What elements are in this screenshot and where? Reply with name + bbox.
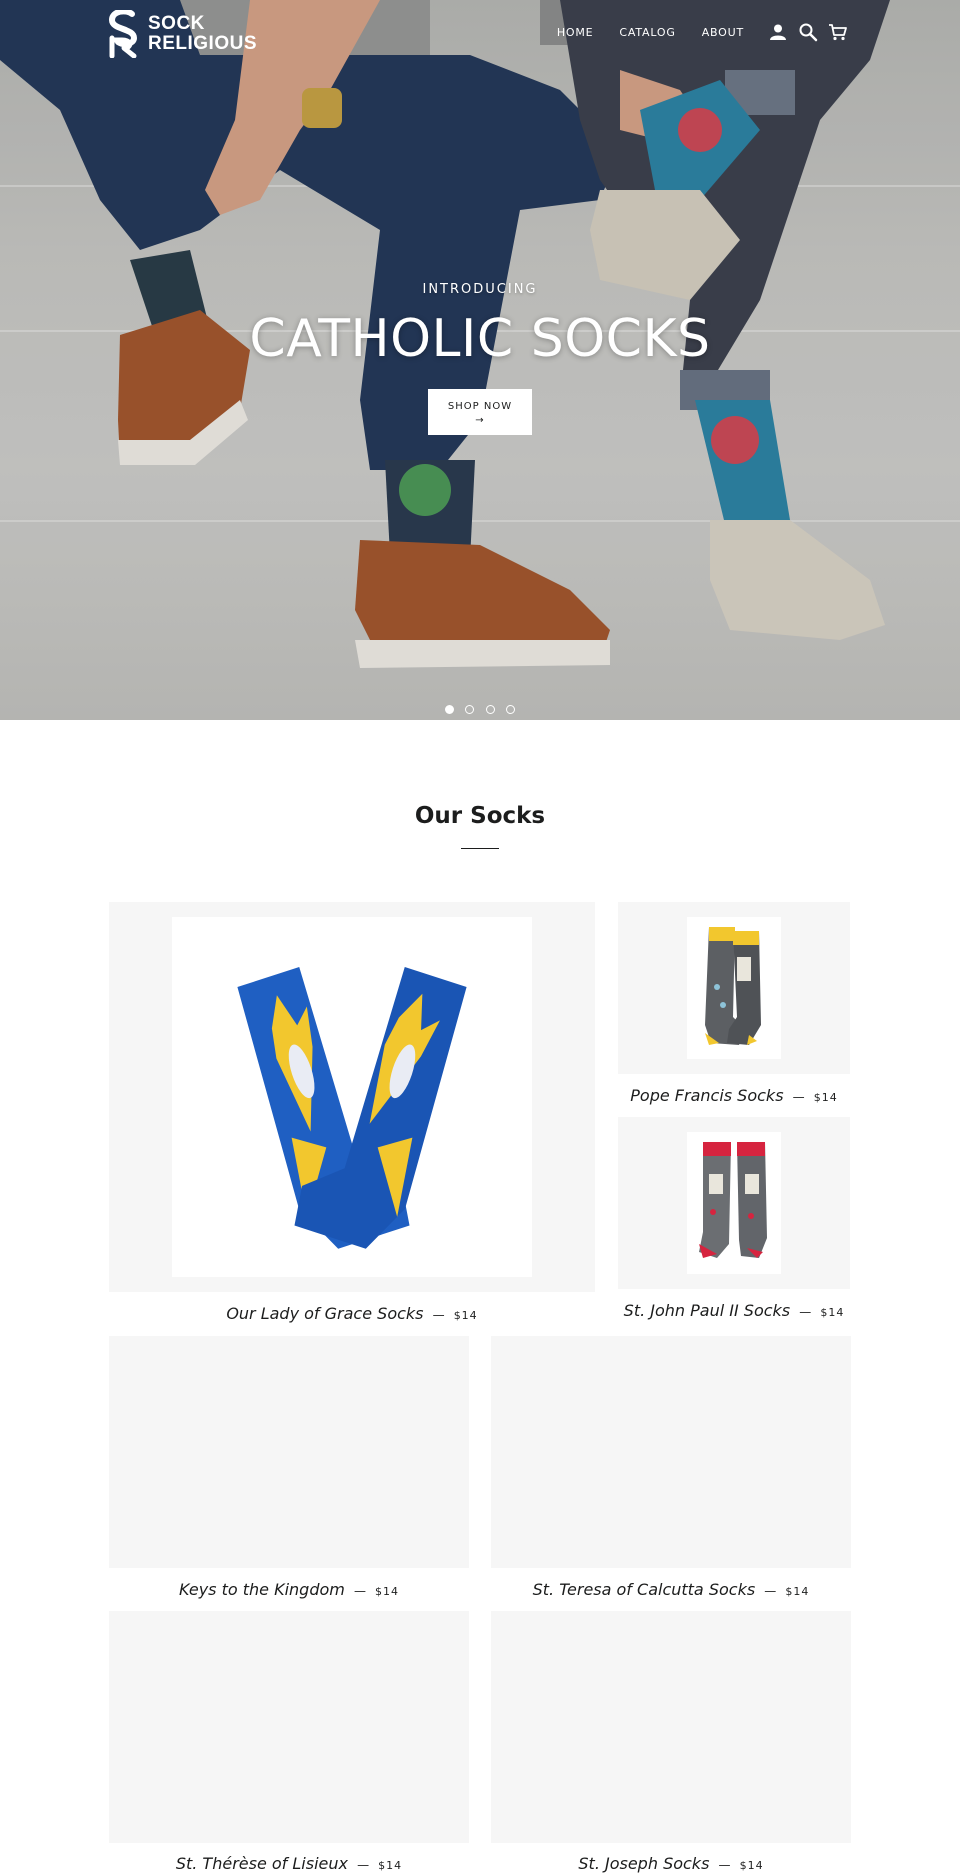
sock-image — [699, 1142, 767, 1258]
product-card-st-therese-of-lisieux[interactable]: St. Thérèse of Lisieux — $14 — [109, 1611, 469, 1875]
product-price: $14 — [739, 1859, 764, 1872]
product-title: Keys to the Kingdom — [178, 1580, 345, 1599]
price-separator: — — [764, 1584, 777, 1598]
slideshow-dots — [0, 699, 960, 718]
product-caption: Pope Francis Socks — $14 — [618, 1086, 850, 1105]
product-card-st-teresa-of-calcutta[interactable]: St. Teresa of Calcutta Socks — $14 — [491, 1336, 851, 1601]
product-caption: Keys to the Kingdom — $14 — [109, 1580, 469, 1599]
nav-home[interactable]: HOME — [557, 26, 594, 39]
product-title: St. Joseph Socks — [578, 1854, 710, 1873]
product-title: St. John Paul II Socks — [623, 1301, 791, 1320]
product-caption: Our Lady of Grace Socks — $14 — [109, 1304, 595, 1323]
product-image-placeholder — [491, 1611, 851, 1843]
nav-catalog[interactable]: CATALOG — [619, 26, 675, 39]
product-photo — [172, 917, 532, 1277]
price-separator: — — [792, 1090, 805, 1104]
product-price: $14 — [375, 1585, 400, 1598]
product-caption: St. Joseph Socks — $14 — [491, 1854, 851, 1873]
nav-about[interactable]: ABOUT — [702, 26, 744, 39]
price-separator: — — [357, 1858, 370, 1872]
product-price: $14 — [820, 1306, 845, 1319]
product-photo — [687, 1132, 781, 1274]
search-icon[interactable] — [798, 22, 818, 42]
product-card-pope-francis[interactable]: Pope Francis Socks — $14 — [618, 902, 850, 1107]
product-price: $14 — [785, 1585, 810, 1598]
hero-title: CATHOLIC SOCKS — [249, 309, 711, 369]
product-title: St. Thérèse of Lisieux — [175, 1854, 348, 1873]
product-caption: St. Thérèse of Lisieux — $14 — [109, 1854, 469, 1873]
product-image-placeholder — [109, 1611, 469, 1843]
price-separator: — — [799, 1305, 812, 1319]
product-card-keys-to-the-kingdom[interactable]: Keys to the Kingdom — $14 — [109, 1336, 469, 1601]
product-price: $14 — [453, 1309, 478, 1322]
section-title: Our Socks — [414, 803, 546, 829]
slide-dot-2[interactable] — [465, 705, 475, 714]
product-caption: St. John Paul II Socks — $14 — [618, 1301, 850, 1320]
hero-slideshow: SOCK RELIGIOUS HOME CATALOG ABOUT INTROD… — [0, 0, 960, 720]
hero-caption: INTRODUCING CATHOLIC SOCKS SHOP NOW → — [0, 282, 960, 435]
price-separator: — — [432, 1308, 445, 1322]
product-caption: St. Teresa of Calcutta Socks — $14 — [491, 1580, 851, 1599]
product-image-placeholder — [491, 1336, 851, 1568]
sock-image — [705, 927, 761, 1045]
site-logo[interactable]: SOCK RELIGIOUS — [108, 10, 257, 58]
logo-mark-icon — [108, 10, 138, 58]
product-card-st-john-paul-ii[interactable]: St. John Paul II Socks — $14 — [618, 1117, 850, 1322]
product-photo — [687, 917, 781, 1059]
slide-dot-4[interactable] — [505, 705, 515, 714]
cart-icon[interactable] — [828, 22, 848, 42]
shop-now-button[interactable]: SHOP NOW → — [428, 389, 532, 435]
product-price: $14 — [378, 1859, 403, 1872]
account-icon[interactable] — [768, 22, 788, 42]
main-nav: HOME CATALOG ABOUT — [531, 22, 848, 42]
product-title: St. Teresa of Calcutta Socks — [532, 1580, 756, 1599]
hero-subtitle: INTRODUCING — [422, 282, 538, 297]
product-card-our-lady-of-grace[interactable]: Our Lady of Grace Socks — $14 — [109, 902, 595, 1327]
sock-image — [237, 966, 467, 1249]
price-separator: — — [718, 1858, 731, 1872]
logo-line-1: SOCK — [148, 13, 205, 34]
product-image — [618, 902, 850, 1074]
price-separator: — — [353, 1584, 366, 1598]
arrow-right-icon: → — [475, 415, 485, 426]
slide-dot-3[interactable] — [485, 705, 495, 714]
logo-wordmark: SOCK RELIGIOUS — [148, 14, 257, 54]
shop-now-label: SHOP NOW — [447, 401, 513, 412]
product-image — [618, 1117, 850, 1289]
product-image-placeholder — [109, 1336, 469, 1568]
product-title: Pope Francis Socks — [630, 1086, 784, 1105]
section-divider — [461, 848, 499, 849]
logo-line-2: RELIGIOUS — [148, 33, 258, 54]
product-image — [109, 902, 595, 1292]
slide-dot-1[interactable] — [445, 705, 455, 714]
product-card-st-joseph[interactable]: St. Joseph Socks — $14 — [491, 1611, 851, 1875]
product-price: $14 — [813, 1091, 838, 1104]
product-title: Our Lady of Grace Socks — [226, 1304, 424, 1323]
